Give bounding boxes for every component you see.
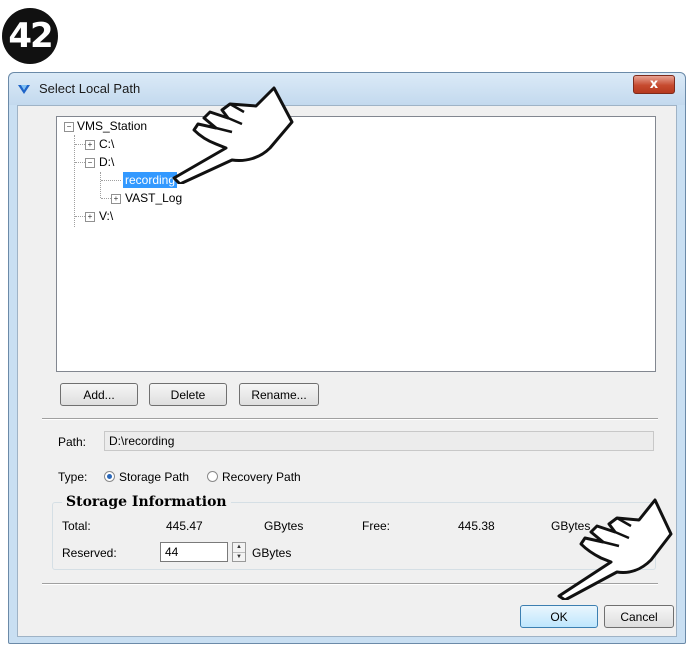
tree-guide-line (101, 180, 121, 181)
tree-guide-line (101, 198, 111, 199)
tree-node-vms-station[interactable]: VMS_Station (77, 118, 147, 134)
close-button[interactable]: x (633, 75, 675, 94)
app-logo-icon (18, 85, 30, 94)
path-field: D:\recording (104, 431, 654, 451)
recovery-path-radio[interactable] (207, 471, 218, 482)
tree-guide-line (75, 144, 85, 145)
pointing-hand-icon (172, 86, 294, 184)
free-value: 445.38 (458, 519, 495, 533)
tree-node-recording[interactable]: recording (123, 172, 178, 188)
delete-button[interactable]: Delete (149, 383, 227, 406)
expand-icon[interactable]: + (111, 194, 121, 204)
total-value: 445.47 (166, 519, 203, 533)
title-bar[interactable]: Select Local Path x (9, 73, 685, 105)
tree-node-c-drive[interactable]: C:\ (99, 136, 114, 152)
path-label: Path: (58, 435, 87, 449)
step-number-badge: 42 (2, 8, 58, 64)
collapse-icon[interactable]: − (64, 122, 74, 132)
recovery-path-label[interactable]: Recovery Path (222, 470, 301, 484)
type-label: Type: (58, 470, 88, 484)
storage-path-radio[interactable] (104, 471, 115, 482)
cancel-button[interactable]: Cancel (604, 605, 674, 628)
separator (42, 418, 658, 420)
reserved-spinner[interactable]: ▲ ▼ (232, 542, 246, 562)
tree-guide-line (74, 135, 75, 227)
collapse-icon[interactable]: − (85, 158, 95, 168)
rename-button[interactable]: Rename... (239, 383, 319, 406)
tree-node-d-drive[interactable]: D:\ (99, 154, 114, 170)
add-button[interactable]: Add... (60, 383, 138, 406)
reserved-input[interactable]: 44 (160, 542, 228, 562)
dialog-title: Select Local Path (39, 81, 141, 96)
folder-tree[interactable]: − VMS_Station + C:\ − D:\ recording + VA… (56, 116, 656, 372)
free-label: Free: (362, 519, 391, 533)
expand-icon[interactable]: + (85, 212, 95, 222)
storage-path-label[interactable]: Storage Path (119, 470, 189, 484)
total-unit: GBytes (264, 519, 304, 533)
pointing-hand-icon (557, 498, 673, 600)
reserved-unit: GBytes (252, 546, 292, 560)
ok-button[interactable]: OK (520, 605, 598, 628)
tree-node-v-drive[interactable]: V:\ (99, 208, 113, 224)
storage-info-title: Storage Information (62, 494, 231, 510)
tree-node-vast-log[interactable]: VAST_Log (125, 190, 182, 206)
reserved-label: Reserved: (62, 546, 117, 560)
expand-icon[interactable]: + (85, 140, 95, 150)
spin-up-icon[interactable]: ▲ (233, 543, 245, 553)
spin-down-icon[interactable]: ▼ (233, 553, 245, 562)
tree-guide-line (75, 162, 85, 163)
tree-guide-line (75, 216, 85, 217)
total-label: Total: (62, 519, 91, 533)
tree-guide-line (100, 172, 101, 198)
